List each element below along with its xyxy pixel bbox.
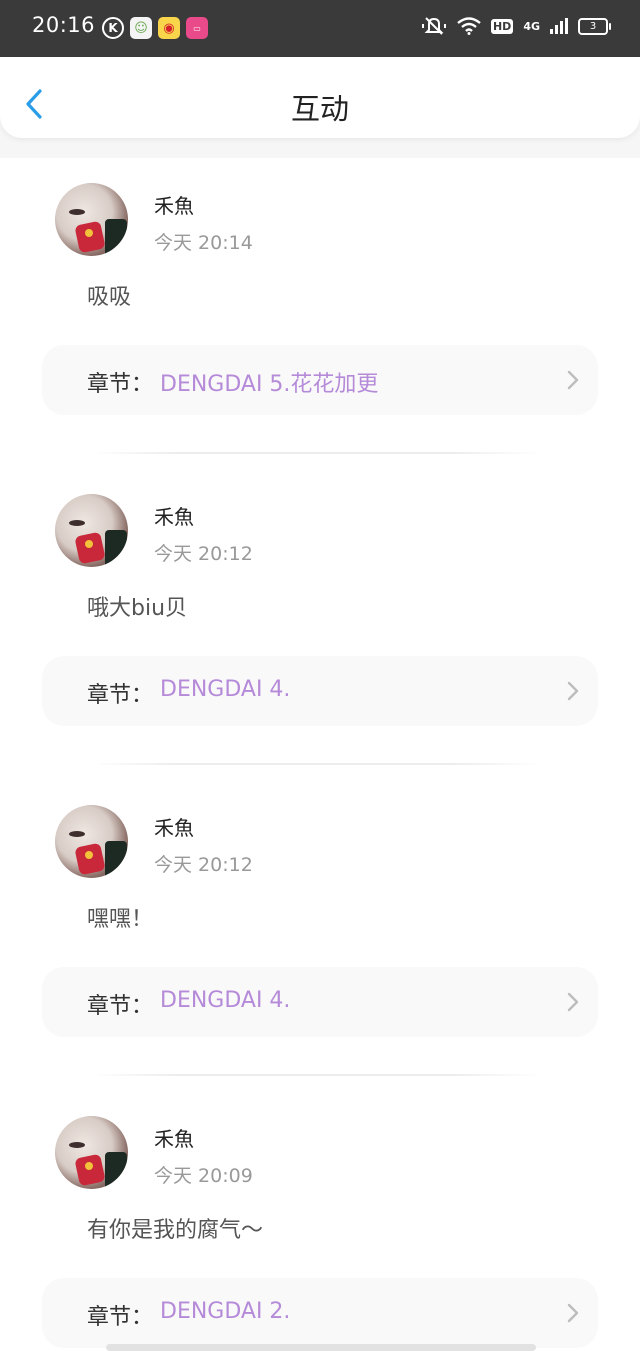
username[interactable]: 禾魚: [154, 190, 194, 219]
bilibili-icon: ▭: [186, 17, 208, 39]
comment-text: 吸吸: [87, 285, 132, 310]
username[interactable]: 禾魚: [154, 812, 194, 841]
status-time: 20:16: [32, 13, 96, 37]
chapter-name: DENGDAI 2.: [160, 1299, 291, 1324]
comment-text: 嘿嘿！: [87, 907, 154, 932]
mute-bell-icon: [421, 17, 446, 35]
avatar[interactable]: [55, 1116, 128, 1189]
wifi-icon: [457, 17, 481, 35]
chapter-link[interactable]: 章节： DENGDAI 2.: [42, 1278, 598, 1348]
chapter-prefix: 章节：: [87, 372, 154, 397]
interaction-list[interactable]: 禾魚 今天 20:14 吸吸 章节： DENGDAI 5.花花加更 禾魚 今天 …: [0, 158, 640, 1351]
chapter-prefix: 章节：: [87, 994, 154, 1019]
chapter-prefix: 章节：: [87, 1305, 154, 1330]
username[interactable]: 禾魚: [154, 501, 194, 530]
chapter-link[interactable]: 章节： DENGDAI 4.: [42, 656, 598, 726]
chapter-name: DENGDAI 4.: [160, 677, 291, 702]
comment-text: 有你是我的腐气～: [87, 1218, 264, 1243]
chapter-prefix: 章节：: [87, 683, 154, 708]
chapter-link[interactable]: 章节： DENGDAI 4.: [42, 967, 598, 1037]
home-indicator: [106, 1344, 536, 1351]
weibo-icon: ◉: [158, 17, 180, 39]
timestamp: 今天 20:12: [154, 543, 253, 565]
bot-app-icon: ☺: [130, 17, 152, 39]
status-indicators: HD 4G 3: [421, 16, 611, 36]
page-title: 互动: [290, 92, 349, 126]
avatar[interactable]: [55, 494, 128, 567]
battery-icon: 3: [578, 17, 611, 35]
divider: [90, 452, 540, 454]
chapter-name: DENGDAI 5.花花加更: [160, 372, 379, 397]
chevron-right-icon: [567, 681, 579, 701]
notification-icons: K ☺ ◉ ▭: [102, 17, 208, 39]
timestamp: 今天 20:09: [154, 1165, 253, 1187]
username[interactable]: 禾魚: [154, 1123, 194, 1152]
list-item: 禾魚 今天 20:12 嘿嘿！ 章节： DENGDAI 4.: [0, 780, 640, 1091]
list-item: 禾魚 今天 20:09 有你是我的腐气～ 章节： DENGDAI 2.: [0, 1091, 640, 1351]
divider: [90, 763, 540, 765]
network-label: 4G: [523, 19, 540, 33]
chapter-link[interactable]: 章节： DENGDAI 5.花花加更: [42, 345, 598, 415]
nav-bar: 互动: [0, 57, 640, 138]
timestamp: 今天 20:12: [154, 854, 253, 876]
chapter-name: DENGDAI 4.: [160, 988, 291, 1013]
divider: [90, 1074, 540, 1076]
chevron-right-icon: [567, 992, 579, 1012]
chevron-right-icon: [567, 1303, 579, 1323]
avatar[interactable]: [55, 183, 128, 256]
list-item: 禾魚 今天 20:12 哦大biu贝 章节： DENGDAI 4.: [0, 469, 640, 780]
avatar[interactable]: [55, 805, 128, 878]
status-bar: 20:16 K ☺ ◉ ▭ HD 4G 3: [0, 0, 640, 57]
battery-level: 3: [589, 20, 597, 32]
timestamp: 今天 20:14: [154, 232, 253, 254]
comment-text: 哦大biu贝: [87, 596, 188, 621]
k-app-icon: K: [102, 17, 124, 39]
list-item: 禾魚 今天 20:14 吸吸 章节： DENGDAI 5.花花加更: [0, 158, 640, 469]
hd-badge: HD: [490, 18, 514, 34]
chevron-right-icon: [567, 370, 579, 390]
signal-icon: [550, 18, 568, 34]
